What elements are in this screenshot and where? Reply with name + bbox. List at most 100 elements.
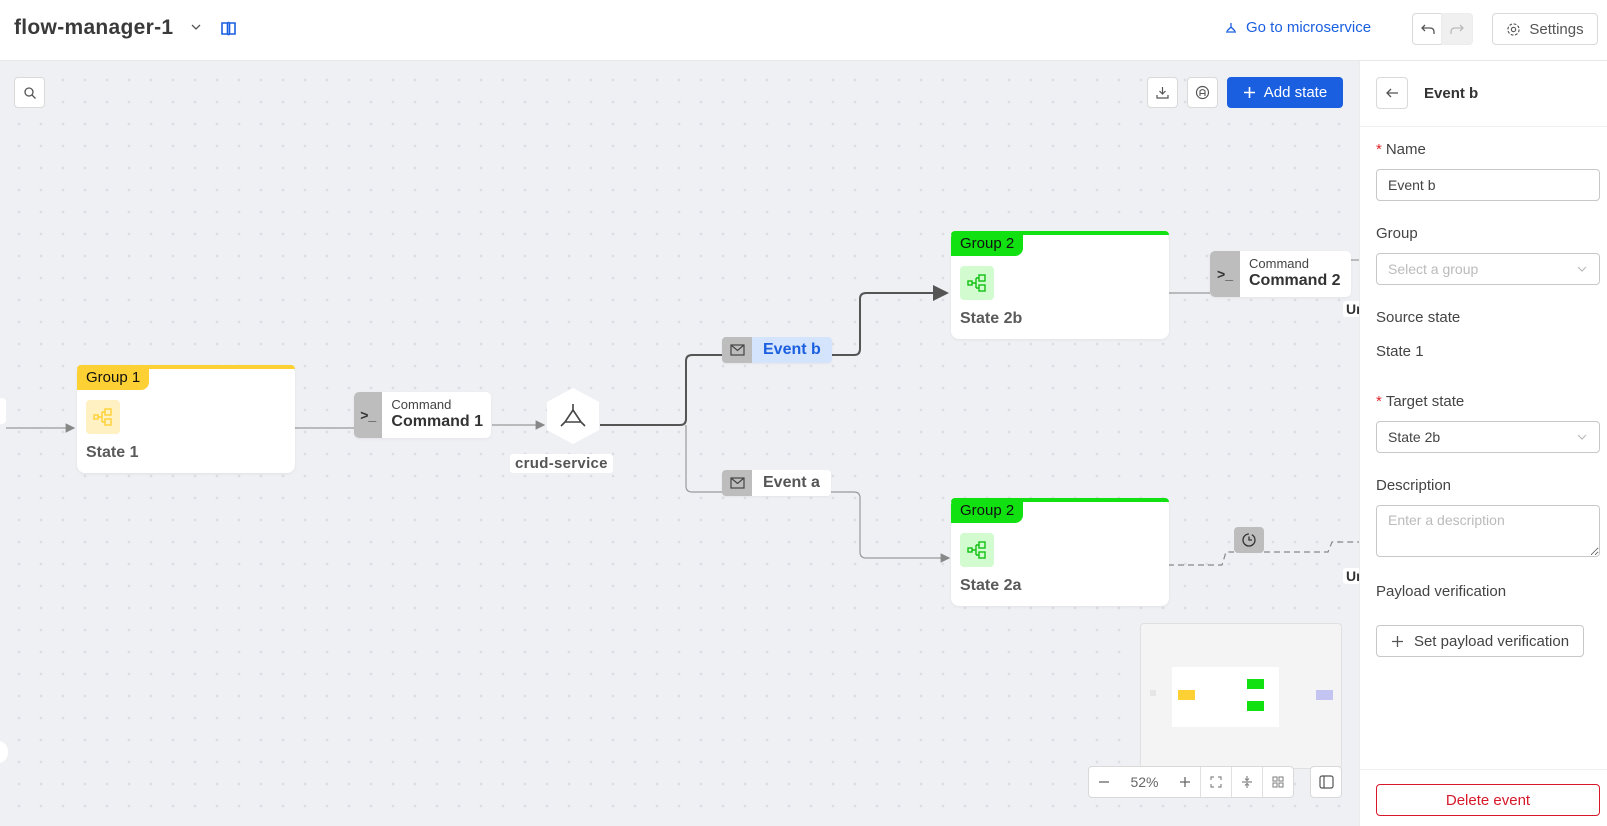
envelope-icon [722, 337, 752, 363]
toggle-panel-button[interactable] [1310, 766, 1342, 798]
state-name: State 2b [960, 310, 1023, 327]
download-button[interactable] [1147, 77, 1178, 108]
command-type: Command [1249, 256, 1309, 271]
command-type: Command [391, 397, 452, 412]
undo-icon [1421, 24, 1435, 34]
minimap-node [1178, 690, 1195, 700]
panel-title: Event b [1424, 85, 1479, 102]
settings-button[interactable]: Settings [1492, 13, 1598, 45]
required-mark: * [1376, 393, 1382, 410]
redo-button[interactable] [1441, 13, 1473, 45]
zoom-level: 52% [1130, 774, 1159, 790]
state-icon [86, 400, 120, 434]
state-icon [960, 266, 994, 300]
edge-timer-out [1264, 541, 1359, 553]
collapse-button[interactable] [1231, 767, 1262, 797]
arrow-left-icon [1386, 88, 1398, 98]
plus-icon [1180, 777, 1190, 787]
event-node-event-b[interactable]: Event b [722, 337, 832, 363]
gear-icon [1507, 22, 1521, 36]
go-to-microservice-label: Go to microservice [1246, 19, 1372, 36]
book-icon[interactable] [220, 20, 237, 37]
name-label-text: Name [1385, 141, 1426, 158]
grid-icon [1272, 776, 1284, 788]
fit-view-button[interactable] [1200, 767, 1231, 797]
target-state-select[interactable]: State 2b [1376, 421, 1600, 453]
terminal-icon: >_ [1210, 251, 1240, 297]
flow-title[interactable]: flow-manager-1 [14, 16, 173, 40]
envelope-icon [722, 470, 752, 496]
service-label: crud-service [510, 454, 613, 473]
target-state-label-text: Target state [1385, 393, 1465, 410]
command-node-command-1[interactable]: >_ Command Command 1 [354, 392, 491, 438]
minimap-node [1247, 679, 1264, 689]
redo-icon [1450, 24, 1464, 34]
state-node-state-2b[interactable]: Group 2 State 2b [951, 231, 1169, 339]
minimap-node [1247, 701, 1264, 711]
back-button[interactable] [1376, 77, 1408, 109]
edge-service-to-event-a [685, 425, 722, 493]
target-state-value: State 2b [1388, 429, 1441, 445]
group-tag: Group 2 [951, 498, 1024, 523]
zoom-in-button[interactable] [1170, 767, 1200, 797]
group-label: Group [1376, 225, 1418, 242]
grid-button[interactable] [1262, 767, 1293, 797]
event-node-event-a[interactable]: Event a [722, 470, 831, 496]
minimap[interactable] [1140, 623, 1342, 769]
chevron-down-icon [1577, 266, 1587, 272]
event-details-panel: Event b *Name Group Select a group Sourc… [1359, 61, 1607, 826]
undo-button[interactable] [1412, 13, 1444, 45]
group-placeholder: Select a group [1388, 261, 1479, 277]
source-state-label: Source state [1376, 309, 1461, 326]
truncated-label: Ur [1343, 301, 1359, 317]
name-label: * Name [1376, 141, 1426, 158]
chevron-down-icon[interactable] [189, 20, 203, 34]
state-name: State 1 [86, 444, 139, 461]
set-payload-verification-button[interactable]: Set payload verification [1376, 625, 1584, 657]
minus-icon [1099, 781, 1109, 783]
truncated-label: Ur [1343, 568, 1359, 584]
download-icon [1156, 87, 1169, 99]
group-tag: Group 2 [951, 231, 1024, 256]
command-name: Command 2 [1249, 272, 1341, 289]
delete-event-button[interactable]: Delete event [1376, 784, 1600, 816]
top-bar: flow-manager-1 Go to microservice Settin… [0, 0, 1607, 61]
go-to-microservice-link[interactable]: Go to microservice [1224, 19, 1371, 36]
search-button[interactable] [14, 77, 45, 108]
chevron-down-icon [1577, 434, 1587, 440]
flow-canvas[interactable]: Add state Group 1 State 1 >_ Command Com… [0, 61, 1359, 826]
auto-layout-icon [1195, 85, 1210, 100]
timer-icon [1242, 533, 1256, 547]
panel-footer: Delete event [1360, 769, 1607, 826]
zoom-controls: 52% [1088, 766, 1294, 798]
event-label: Event b [752, 337, 832, 363]
terminal-icon: >_ [354, 392, 383, 438]
minimap-node [1150, 690, 1156, 696]
payload-verification-label: Payload verification [1376, 583, 1507, 600]
group-select[interactable]: Select a group [1376, 253, 1600, 285]
required-mark: * [1376, 141, 1382, 158]
command-name: Command 1 [391, 413, 483, 430]
microservice-node[interactable] [546, 387, 600, 445]
target-state-label: * Target state [1376, 393, 1464, 410]
add-state-label: Add state [1263, 84, 1328, 101]
sidebar-icon [1318, 775, 1334, 789]
command-node-command-2[interactable]: >_ Command Command 2 [1210, 251, 1351, 297]
state-name: State 2a [960, 577, 1022, 594]
zoom-out-button[interactable] [1089, 767, 1119, 797]
event-label: Event a [752, 470, 831, 496]
description-label: Description [1376, 477, 1452, 494]
description-textarea[interactable] [1376, 505, 1600, 557]
state-node-state-1[interactable]: Group 1 State 1 [77, 365, 295, 473]
set-payload-verification-label: Set payload verification [1413, 632, 1570, 650]
timer-node[interactable] [1234, 527, 1264, 553]
auto-layout-button[interactable] [1187, 77, 1218, 108]
add-state-button[interactable]: Add state [1227, 77, 1343, 108]
search-icon [23, 86, 36, 99]
group-tag: Group 1 [77, 365, 150, 390]
name-input[interactable] [1376, 169, 1600, 201]
offscreen-node-left[interactable] [0, 398, 6, 424]
minimap-node [1316, 690, 1333, 700]
state-node-state-2a[interactable]: Group 2 State 2a [951, 498, 1169, 606]
edge-event-a-to-state2a [828, 491, 951, 563]
